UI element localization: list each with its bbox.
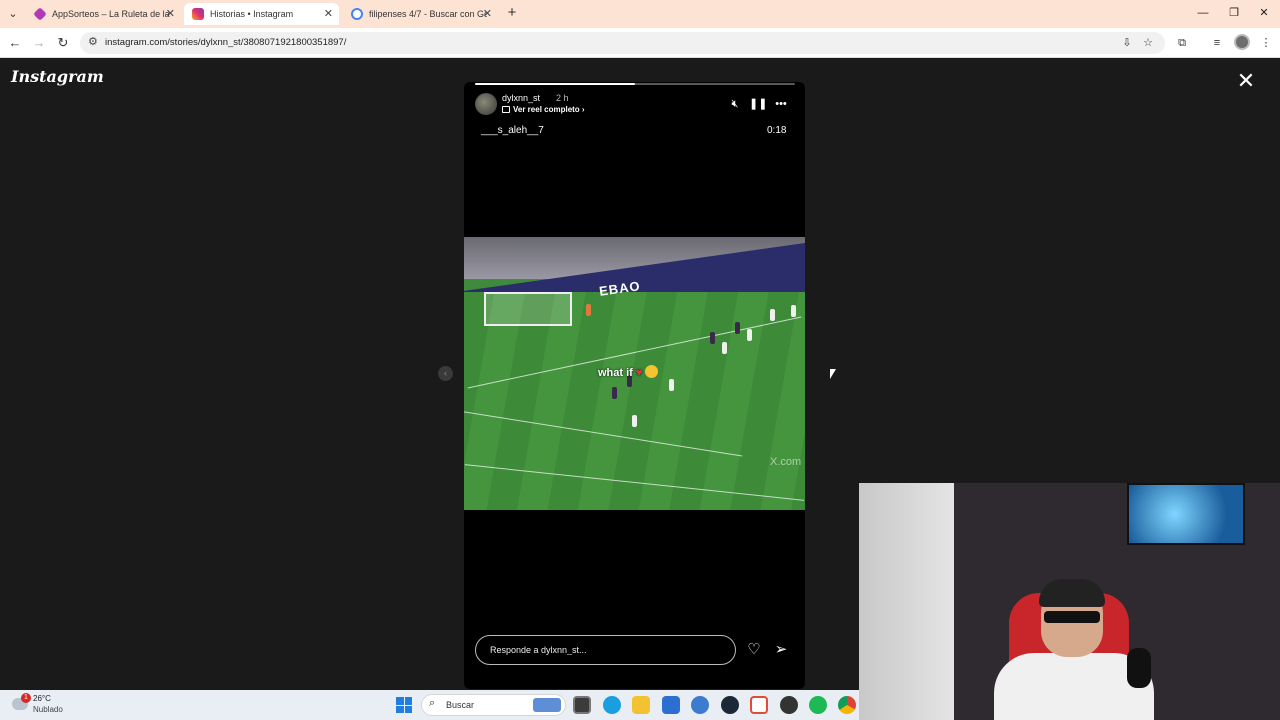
search-icon: ⌕ (429, 697, 436, 709)
extensions-icon[interactable]: ⧉ (1174, 35, 1190, 51)
tab-instagram[interactable]: Historias • Instagram ✕ (184, 3, 339, 25)
tab-google-search[interactable]: filipenses 4/7 - Buscar con Google ✕ (343, 3, 498, 25)
address-bar[interactable]: ⚙ instagram.com/stories/dylxnn_st/380807… (80, 32, 1165, 54)
reply-field[interactable] (475, 635, 736, 665)
new-tab-plus-icon[interactable]: + (504, 5, 520, 21)
story-time-ago: 2 h (556, 93, 569, 103)
address-url[interactable]: instagram.com/stories/dylxnn_st/38080719… (105, 32, 346, 54)
browser-menu-icon[interactable]: ⋮ (1258, 35, 1274, 51)
previous-story-chevron-icon[interactable]: ‹ (438, 366, 453, 381)
story-header: dylxnn_st 2 h Ver reel completo › 🔇︎ ❚❚ … (475, 92, 795, 118)
file-explorer-icon[interactable] (632, 696, 650, 714)
streamer-webcam (859, 483, 1280, 720)
webcam-wall (859, 483, 954, 720)
reload-icon[interactable]: ↻ (54, 34, 72, 52)
player (586, 304, 591, 316)
pause-icon[interactable]: ❚❚ (749, 96, 767, 112)
install-app-icon[interactable]: ⇩ (1119, 35, 1135, 51)
restore-icon[interactable]: ❐ (1226, 5, 1242, 21)
football-goal (484, 292, 572, 326)
reply-input[interactable] (490, 636, 725, 664)
microphone-icon (1127, 648, 1151, 688)
taskbar-search[interactable]: ⌕ Buscar (421, 694, 566, 716)
like-heart-icon[interactable]: ♡ (745, 641, 763, 659)
player (632, 415, 637, 427)
tab-label: filipenses 4/7 - Buscar con Google (369, 9, 487, 19)
media-controls-icon[interactable]: ≡ (1209, 35, 1225, 51)
story-author-avatar[interactable] (475, 93, 497, 115)
appsorteos-favicon-icon (33, 7, 47, 21)
task-view-icon[interactable] (573, 696, 591, 714)
instagram-favicon-icon (192, 8, 204, 20)
windows-start-icon[interactable] (396, 697, 412, 713)
player (770, 309, 775, 321)
sunglasses (1044, 611, 1100, 623)
chrome-icon[interactable] (838, 696, 856, 714)
story-progress-bar (475, 83, 795, 85)
mouse-cursor-icon (830, 369, 836, 379)
player (669, 379, 674, 391)
overlay-text-label: what if (598, 367, 633, 379)
pensive-face-icon (645, 365, 659, 378)
caption-username: ___s_aleh__7 (481, 125, 544, 136)
pitch-line (464, 408, 743, 457)
mute-icon[interactable]: 🔇︎ (727, 96, 743, 112)
more-options-icon[interactable]: ••• (773, 96, 789, 112)
broken-heart-icon: ♥ (635, 367, 643, 379)
streamer-hair (1039, 579, 1105, 607)
view-full-reel-link[interactable]: Ver reel completo › (502, 105, 585, 114)
send-icon[interactable]: ➢ (772, 641, 790, 659)
copilot-icon[interactable] (691, 696, 709, 714)
microsoft-store-icon[interactable] (662, 696, 680, 714)
weather-description[interactable]: Nublado (33, 705, 63, 714)
close-story-icon[interactable]: ✕ (1236, 70, 1256, 92)
weather-badge: 1 (21, 693, 31, 703)
windows-taskbar: 1 26°C Nublado ⌕ Buscar (0, 690, 859, 720)
google-favicon-icon (351, 8, 363, 20)
player (722, 342, 727, 354)
video-watermark: X.com (770, 456, 802, 468)
tab-label: AppSorteos – La Ruleta de la Sue (52, 9, 170, 19)
tab-close-icon[interactable]: ✕ (324, 3, 333, 25)
player (791, 305, 796, 317)
story-card[interactable]: dylxnn_st 2 h Ver reel completo › 🔇︎ ❚❚ … (464, 82, 805, 689)
view-full-reel-label: Ver reel completo (513, 105, 580, 114)
site-info-icon[interactable]: ⚙ (88, 35, 98, 48)
tab-close-icon[interactable]: ✕ (483, 3, 492, 25)
spotify-icon[interactable] (809, 696, 827, 714)
calendar-app-icon[interactable] (750, 696, 768, 714)
bookmark-star-icon[interactable]: ☆ (1140, 35, 1156, 51)
browser-toolbar: ← → ↻ ⚙ instagram.com/stories/dylxnn_st/… (0, 28, 1280, 58)
instagram-logo[interactable]: Instagram (11, 67, 104, 86)
profile-avatar[interactable] (1234, 34, 1250, 50)
tab-bar: ⌄ AppSorteos – La Ruleta de la Sue ✕ His… (0, 0, 1280, 28)
tab-appsorteos[interactable]: AppSorteos – La Ruleta de la Sue ✕ (26, 3, 181, 25)
forward-arrow-icon[interactable]: → (30, 34, 48, 52)
steam-icon[interactable] (721, 696, 739, 714)
back-arrow-icon[interactable]: ← (6, 34, 24, 52)
weather-temperature[interactable]: 26°C (33, 694, 51, 703)
story-video[interactable]: EBAO what if ♥ X.com (464, 237, 805, 510)
search-highlight-icon (533, 698, 561, 712)
story-overlay-text: what if ♥ (598, 365, 659, 379)
reel-icon (502, 106, 510, 113)
player (710, 332, 715, 344)
story-progress-fill (475, 83, 635, 85)
tab-close-icon[interactable]: ✕ (166, 3, 175, 25)
player (612, 387, 617, 399)
tab-search-chevron-icon[interactable]: ⌄ (4, 6, 22, 22)
video-timecode: 0:18 (767, 125, 787, 136)
player (747, 329, 752, 341)
player (735, 322, 740, 334)
minimize-icon[interactable]: — (1195, 5, 1211, 21)
pitch-line (464, 464, 805, 501)
taskbar-search-label: Buscar (446, 700, 475, 710)
story-username[interactable]: dylxnn_st (502, 93, 540, 103)
webcam-background-tv (1127, 483, 1245, 545)
tab-label: Historias • Instagram (210, 9, 294, 19)
window-close-icon[interactable]: ✕ (1256, 5, 1272, 21)
obs-studio-icon[interactable] (780, 696, 798, 714)
edge-browser-icon[interactable] (603, 696, 621, 714)
